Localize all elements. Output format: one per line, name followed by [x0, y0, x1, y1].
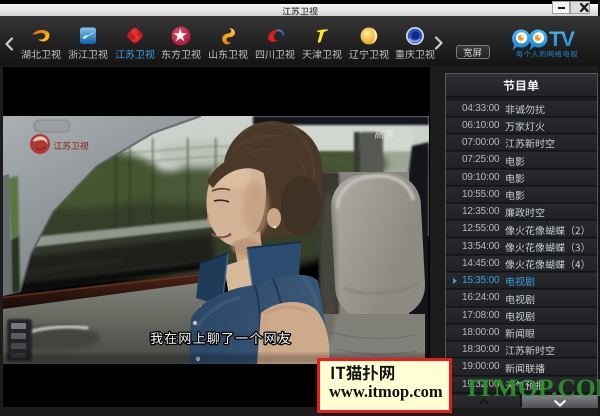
- svg-text:TV: TV: [549, 28, 575, 51]
